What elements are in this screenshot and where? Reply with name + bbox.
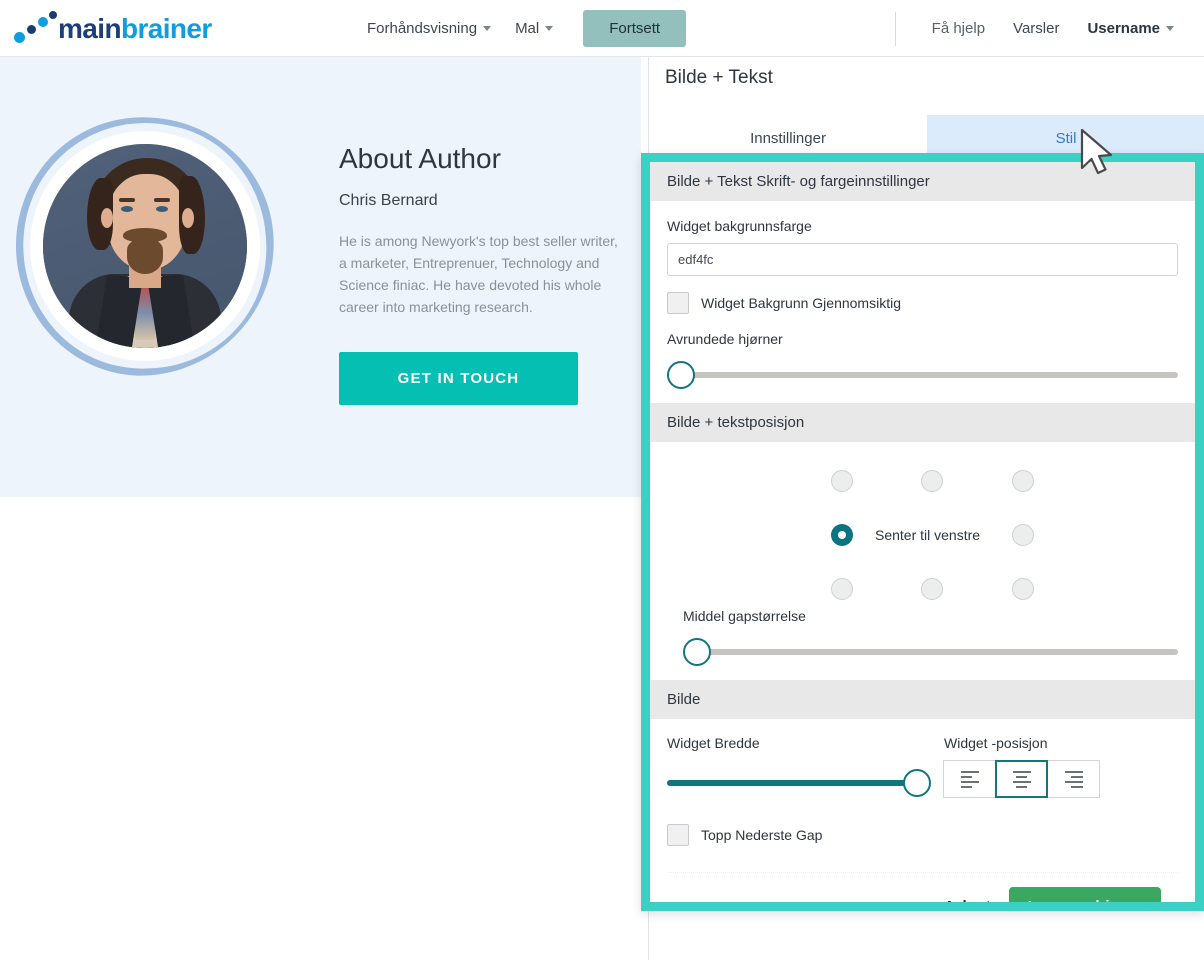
rounded-corners-label: Avrundede hjørner [667,331,783,347]
slider-handle[interactable] [667,361,695,389]
nav-item-template[interactable]: Mal [503,12,565,45]
nav-center-group: Forhåndsvisning Mal Fortsett [355,0,687,57]
style-settings-highlight-frame: Bilde + Tekst Skrift- og fargeinnstillin… [641,153,1204,911]
slider-handle[interactable] [903,769,931,797]
widget-width-group: Widget Bredde [667,735,944,798]
position-radio-bottom-left[interactable] [831,578,853,600]
position-radio-top-left[interactable] [831,470,853,492]
chevron-down-icon [483,26,492,31]
position-radio-middle-left[interactable] [831,524,853,546]
nav-item-notifications[interactable]: Varsler [999,12,1073,45]
nav-item-username-label: Username [1087,20,1160,37]
align-center-icon [1012,770,1031,788]
author-name: Chris Bernard [339,192,438,209]
widget-background-color-input[interactable] [667,243,1178,276]
nav-item-preview-label: Forhåndsvisning [367,20,478,37]
nav-item-notifications-label: Varsler [1013,20,1060,37]
top-bottom-gap-row[interactable]: Topp Nederste Gap [667,824,1178,846]
position-radio-bottom-center[interactable] [921,578,943,600]
section-body-image: Widget Bredde Widget -posisjon Topp Nede… [650,735,1195,902]
author-text-block: About Author Chris Bernard He is among N… [339,142,629,405]
slider-track [667,372,1178,378]
nav-item-template-label: Mal [515,20,540,37]
position-radio-grid: Senter til venstre [667,448,1178,608]
section-header-position: Bilde + tekstposisjon [650,403,1195,442]
chevron-down-icon [1166,26,1174,31]
author-description: He is among Newyork's top best seller wr… [339,233,618,315]
medium-gap-size-slider[interactable] [683,636,1178,666]
slider-track [683,649,1178,655]
section-header-image: Bilde [650,680,1195,719]
align-right-icon [1064,770,1083,788]
nav-item-help-label: Få hjelp [931,20,986,37]
align-left-icon [960,770,979,788]
medium-gap-size-label: Middel gapstørrelse [683,608,806,624]
slider-handle[interactable] [683,638,711,666]
top-bottom-gap-label: Topp Nederste Gap [701,827,823,843]
position-radio-bottom-right[interactable] [1012,578,1034,600]
cancel-button[interactable]: Avbryt [944,898,991,902]
widget-background-color-label: Widget bakgrunnsfarge [667,218,812,234]
brand-logo[interactable]: mainbrainer [14,10,212,44]
nav-divider [894,11,896,46]
app-root: mainbrainer Forhåndsvisning Mal Fortsett… [0,0,1204,960]
nav-item-preview[interactable]: Forhåndsvisning [355,12,503,45]
transparent-background-checkbox[interactable] [667,292,689,314]
widget-position-label: Widget -posisjon [944,735,1048,751]
section-body-font-color: Widget bakgrunnsfarge Widget Bakgrunn Gj… [650,218,1195,389]
widget-width-label: Widget Bredde [667,735,760,751]
position-radio-top-center[interactable] [921,470,943,492]
nav-right-group: Få hjelp Varsler Username [894,0,1188,57]
top-navigation-bar: mainbrainer Forhåndsvisning Mal Fortsett… [0,0,1204,57]
avatar [0,100,291,392]
continue-button[interactable]: Fortsett [583,10,687,47]
chevron-down-icon [545,26,554,31]
logo-text: mainbrainer [58,14,212,44]
top-bottom-gap-checkbox[interactable] [667,824,689,846]
author-photo [43,144,247,348]
get-in-touch-button[interactable]: GET IN TOUCH [339,352,578,405]
widget-position-align-group [943,760,1174,798]
transparent-background-label: Widget Bakgrunn Gjennomsiktig [701,295,901,311]
position-radio-middle-right[interactable] [1012,524,1034,546]
section-header-font-color: Bilde + Tekst Skrift- og fargeinnstillin… [650,162,1195,201]
nav-item-help[interactable]: Få hjelp [918,12,999,45]
align-center-button[interactable] [995,760,1048,798]
page-title: About Author [339,143,501,174]
style-settings-form: Bilde + Tekst Skrift- og fargeinnstillin… [650,162,1195,902]
rounded-corners-slider[interactable] [667,359,1178,389]
align-left-button[interactable] [943,760,996,798]
logo-dots-icon [14,10,58,44]
slider-fill [667,780,915,786]
position-selected-label: Senter til venstre [875,527,981,543]
position-radio-top-right[interactable] [1012,470,1034,492]
form-footer: Avbryt Lagre endringer [667,873,1178,902]
align-right-button[interactable] [1047,760,1100,798]
widget-preview-canvas[interactable]: About Author Chris Bernard He is among N… [0,57,641,497]
nav-item-username[interactable]: Username [1073,12,1188,45]
transparent-background-row[interactable]: Widget Bakgrunn Gjennomsiktig [667,292,1178,314]
logo-text-primary: main [58,13,122,44]
logo-text-secondary: brainer [120,13,212,44]
widget-width-slider[interactable] [667,767,931,797]
save-changes-button[interactable]: Lagre endringer [1008,887,1161,902]
widget-position-group: Widget -posisjon [943,735,1174,798]
panel-title: Bilde + Tekst [665,67,773,88]
section-body-position: Senter til venstre Middel gapstørrelse [650,448,1195,666]
